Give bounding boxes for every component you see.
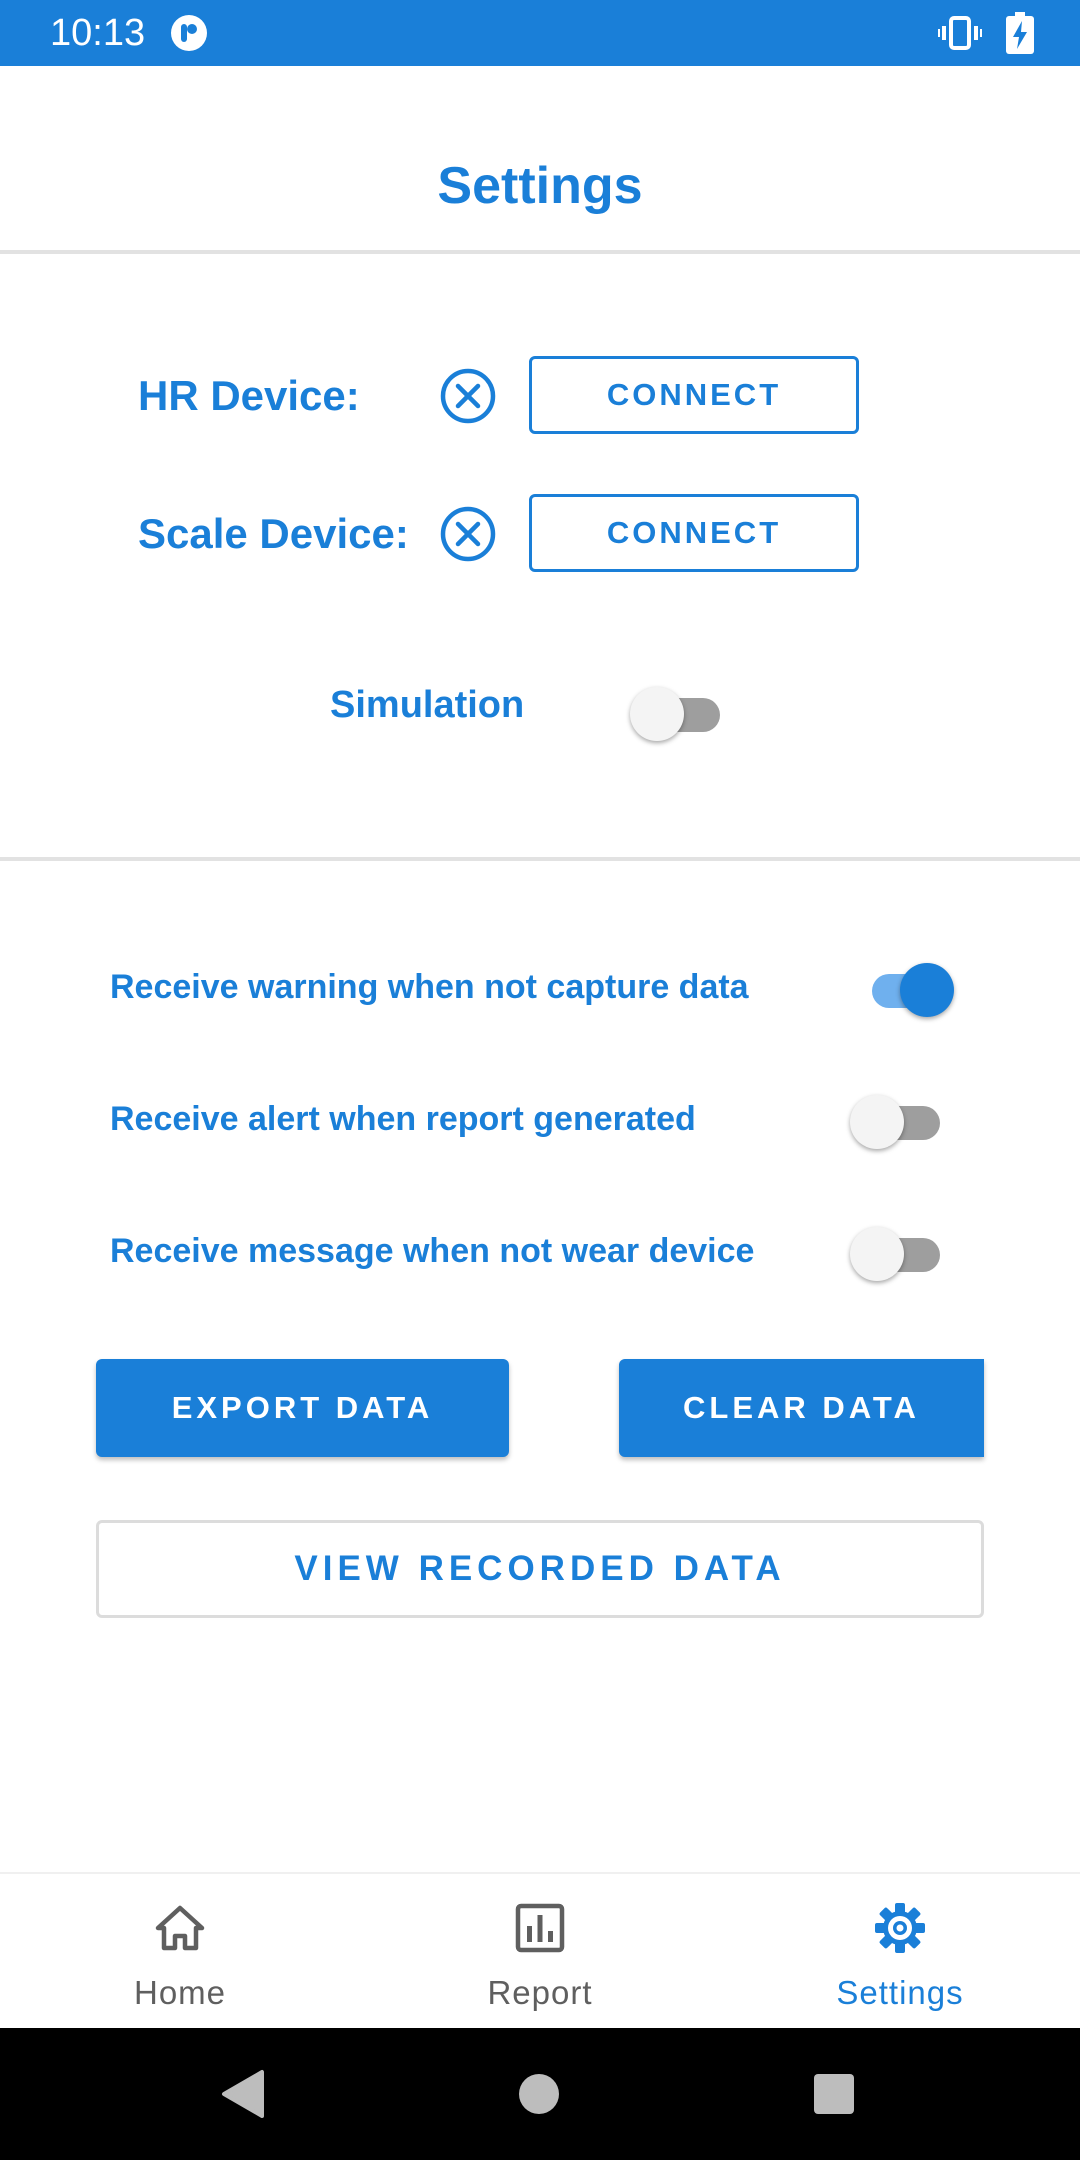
warning-preference-label: Receive warning when not capture data [110,968,749,1006]
message-preference-toggle[interactable] [850,1220,942,1281]
hr-device-disconnected-icon [440,368,496,424]
export-data-button[interactable]: EXPORT DATA [96,1359,509,1457]
vibrate-icon [938,16,982,50]
scale-device-disconnected-icon [440,506,496,562]
simulation-toggle[interactable] [630,680,722,741]
status-bar: 10:13 [0,0,1080,66]
home-circle-icon[interactable] [519,2074,559,2114]
hr-device-connect-button[interactable]: CONNECT [529,356,859,434]
back-icon[interactable] [220,2068,268,2120]
toggle-thumb [900,963,954,1017]
status-time: 10:13 [50,12,146,54]
app-notification-icon [171,15,207,51]
recents-square-icon[interactable] [814,2074,854,2114]
toggle-thumb [850,1095,904,1149]
nav-item-settings[interactable]: Settings [720,1874,1080,2030]
page-title: Settings [437,157,643,215]
scale-device-label: Scale Device: [138,510,409,557]
nav-label-home: Home [133,1974,227,2011]
nav-item-home[interactable]: Home [0,1874,360,2030]
home-icon [155,1905,205,1951]
settings-screen: 10:13 Settings HR Device: CONNECT Scale … [0,0,1080,2160]
message-preference-label: Receive message when not wear device [110,1232,755,1270]
toggle-thumb [850,1227,904,1281]
alert-preference-label: Receive alert when report generated [110,1100,696,1138]
battery-charging-icon [1006,12,1034,54]
section-divider [0,857,1080,861]
alert-preference-toggle[interactable] [850,1088,942,1149]
bottom-navigation: Home Report Settings [0,1872,1080,2028]
view-recorded-data-button[interactable]: VIEW RECORDED DATA [96,1520,984,1618]
system-navigation-bar [0,2028,1080,2160]
nav-item-report[interactable]: Report [360,1874,720,2030]
warning-preference-toggle[interactable] [862,956,954,1017]
report-chart-icon [515,1903,565,1953]
gear-icon [875,1903,925,1953]
scale-device-connect-button[interactable]: CONNECT [529,494,859,572]
hr-device-label: HR Device: [138,372,360,419]
clear-data-button[interactable]: CLEAR DATA [619,1359,984,1457]
nav-label-report: Report [487,1974,593,2011]
simulation-label: Simulation [330,684,525,726]
header-divider [0,250,1080,254]
nav-label-settings: Settings [836,1974,964,2011]
toggle-thumb [630,687,684,741]
